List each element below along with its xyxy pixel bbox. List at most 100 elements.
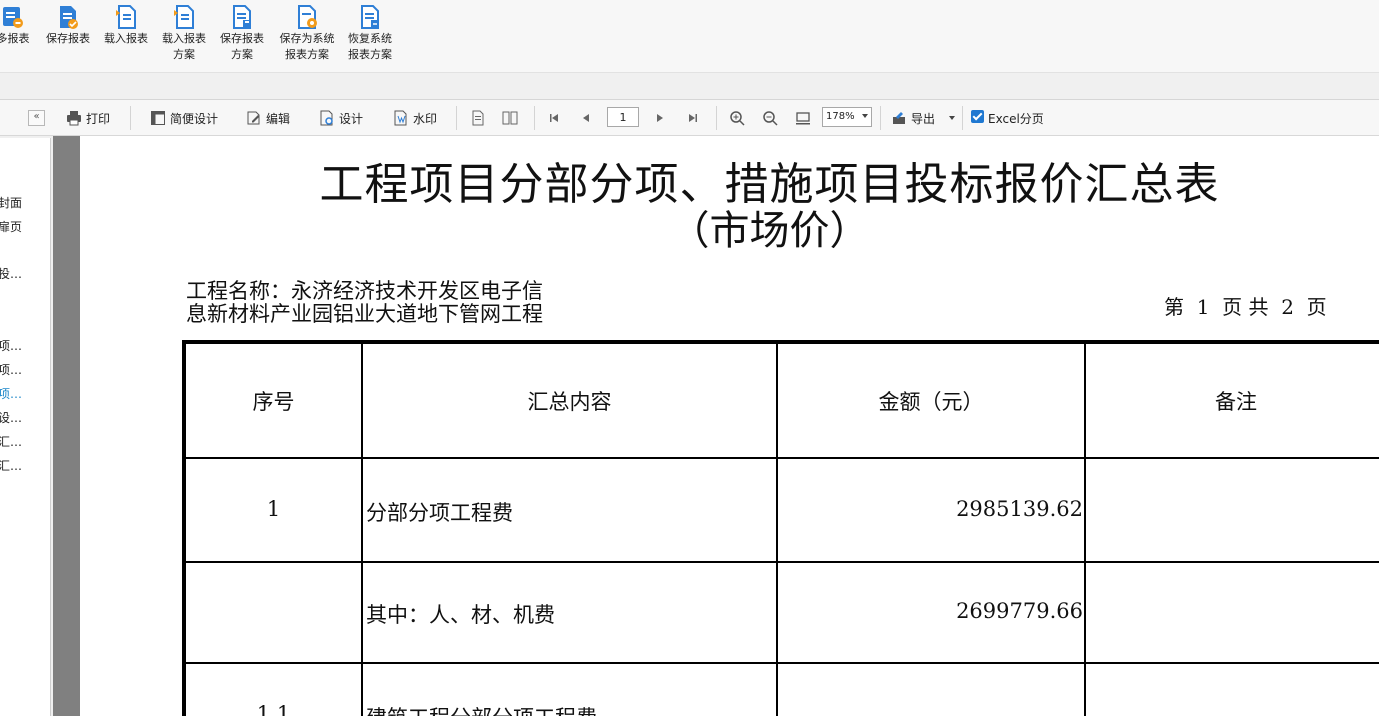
save-system-scheme-button[interactable]: 保存为系统 报表方案 bbox=[274, 4, 340, 63]
header-content: 汇总内容 bbox=[527, 390, 612, 414]
export-icon bbox=[893, 112, 905, 124]
watermark-icon bbox=[394, 110, 407, 126]
toolbar-divider bbox=[716, 106, 717, 130]
double-page-icon bbox=[502, 111, 518, 125]
toolbar-divider bbox=[962, 106, 963, 130]
row1-no: 1 bbox=[266, 497, 281, 521]
row1-amount: 2985139.62 bbox=[956, 497, 1083, 521]
prev-page-button[interactable] bbox=[578, 108, 594, 128]
save-report-icon bbox=[56, 4, 80, 30]
report-tree-panel: 封面 扉页 投… 项… 项… 项… 设… 汇… 汇… bbox=[0, 138, 51, 716]
ribbon-button-label: 载入报表 方案 bbox=[162, 32, 206, 61]
layout-icon bbox=[151, 111, 165, 125]
ribbon-button-label: 多报表 bbox=[0, 32, 30, 45]
report-subtitle: （市场价） bbox=[669, 208, 870, 254]
header-note: 备注 bbox=[1215, 390, 1257, 414]
multi-report-icon bbox=[1, 4, 25, 30]
save-scheme-button[interactable]: 保存报表 方案 bbox=[213, 4, 271, 63]
tree-item[interactable]: 项… bbox=[0, 361, 22, 378]
row3-content: 建筑工程分部分项工程费 bbox=[366, 702, 597, 716]
next-page-button[interactable] bbox=[652, 108, 668, 128]
zoom-in-icon bbox=[730, 111, 745, 126]
fit-width-icon bbox=[796, 112, 810, 125]
toolbar-divider bbox=[534, 106, 535, 130]
tree-item[interactable]: 扉页 bbox=[0, 218, 22, 235]
excel-paging-label: Excel分页 bbox=[988, 111, 1044, 126]
tree-item[interactable]: 项… bbox=[0, 337, 22, 354]
edit-button[interactable]: 编辑 bbox=[246, 108, 290, 128]
last-page-button[interactable] bbox=[685, 108, 701, 128]
first-page-icon bbox=[550, 114, 558, 122]
row2-amount: 2699779.66 bbox=[956, 599, 1083, 623]
save-report-button[interactable]: 保存报表 bbox=[39, 4, 97, 47]
left-panel-header: « bbox=[0, 100, 51, 136]
tree-item[interactable]: 汇… bbox=[0, 457, 22, 474]
double-page-button[interactable] bbox=[502, 108, 518, 128]
tree-item[interactable]: 投… bbox=[0, 265, 22, 282]
header-no: 序号 bbox=[252, 390, 295, 414]
single-page-button[interactable] bbox=[470, 108, 486, 128]
edit-icon bbox=[247, 111, 260, 125]
tree-item[interactable]: 设… bbox=[0, 409, 22, 426]
page-indicator: 第 1 页 共 2 页 bbox=[1164, 295, 1327, 319]
export-label: 导出 bbox=[911, 111, 936, 126]
zoom-in-button[interactable] bbox=[729, 108, 745, 128]
load-report-icon bbox=[114, 4, 138, 30]
printer-icon bbox=[67, 111, 81, 126]
ribbon-button-label: 保存报表 bbox=[46, 32, 90, 45]
edit-label: 编辑 bbox=[266, 111, 291, 126]
restore-system-scheme-button[interactable]: 恢复系统 报表方案 bbox=[341, 4, 399, 63]
header-amount: 金额（元） bbox=[878, 390, 984, 414]
next-page-icon bbox=[657, 114, 663, 122]
load-scheme-button[interactable]: 载入报表 方案 bbox=[155, 4, 213, 63]
watermark-button[interactable]: 水印 bbox=[393, 108, 437, 128]
report-page: 工程项目分部分项、措施项目投标报价汇总表 （市场价） 工程名称：永济经济技术开发… bbox=[80, 136, 1379, 716]
zoom-out-icon bbox=[763, 111, 778, 126]
summary-table: 序号 汇总内容 金额（元） 备注 1 分部分项工程费 2985139.62 其中… bbox=[182, 340, 1379, 716]
watermark-label: 水印 bbox=[413, 111, 438, 126]
single-page-icon bbox=[472, 110, 484, 126]
page-gutter bbox=[53, 136, 80, 716]
toolbar-divider bbox=[130, 106, 131, 130]
tree-item[interactable]: 汇… bbox=[0, 433, 22, 450]
save-system-scheme-icon bbox=[295, 4, 319, 30]
design-icon bbox=[320, 110, 333, 126]
row1-content: 分部分项工程费 bbox=[366, 501, 513, 525]
simple-design-label: 简便设计 bbox=[170, 111, 219, 126]
toolbar-divider bbox=[456, 106, 457, 130]
ribbon-button-label: 保存为系统 报表方案 bbox=[279, 32, 335, 61]
project-name-line2: 息新材料产业园铝业大道地下管网工程 bbox=[186, 302, 543, 326]
print-label: 打印 bbox=[86, 111, 111, 126]
design-button[interactable]: 设计 bbox=[319, 108, 363, 128]
toolbar-divider bbox=[880, 106, 881, 130]
ribbon: 多报表 保存报表 载入报表 载入报表 方案 保存报表 方案 保存为系统 报表方案 bbox=[0, 0, 1379, 73]
fit-page-button[interactable] bbox=[795, 108, 811, 128]
preview-toolbar: 打印 简便设计 编辑 设计 水印 1 178% 导出 Excel分页 bbox=[50, 100, 1379, 136]
project-name-line1: 工程名称：永济经济技术开发区电子信 bbox=[186, 279, 543, 303]
ribbon-spacer bbox=[0, 73, 1379, 100]
tree-item[interactable]: 封面 bbox=[0, 194, 22, 211]
ribbon-button-label: 保存报表 方案 bbox=[220, 32, 264, 61]
load-scheme-icon bbox=[172, 4, 196, 30]
chevron-down-icon bbox=[862, 114, 868, 118]
first-page-button[interactable] bbox=[546, 108, 562, 128]
excel-paging-checkbox[interactable] bbox=[971, 110, 984, 123]
page-number-input[interactable]: 1 bbox=[607, 107, 639, 127]
zoom-value: 178% bbox=[826, 111, 855, 122]
design-label: 设计 bbox=[339, 111, 364, 126]
simple-design-button[interactable]: 简便设计 bbox=[150, 108, 218, 128]
collapse-panel-button[interactable]: « bbox=[28, 110, 45, 126]
export-button[interactable]: 导出 bbox=[891, 108, 956, 128]
tree-item-selected[interactable]: 项… bbox=[0, 385, 22, 402]
print-button[interactable]: 打印 bbox=[66, 108, 110, 128]
multi-report-button[interactable]: 多报表 bbox=[0, 4, 42, 47]
row3-no: 1.1 bbox=[256, 702, 291, 716]
restore-system-scheme-icon bbox=[358, 4, 382, 30]
row2-content: 其中：人、材、机费 bbox=[366, 603, 555, 627]
zoom-select[interactable]: 178% bbox=[822, 107, 872, 127]
load-report-button[interactable]: 载入报表 bbox=[97, 4, 155, 47]
last-page-icon bbox=[689, 114, 697, 122]
save-scheme-icon bbox=[230, 4, 254, 30]
ribbon-button-label: 恢复系统 报表方案 bbox=[348, 32, 392, 61]
zoom-out-button[interactable] bbox=[762, 108, 778, 128]
